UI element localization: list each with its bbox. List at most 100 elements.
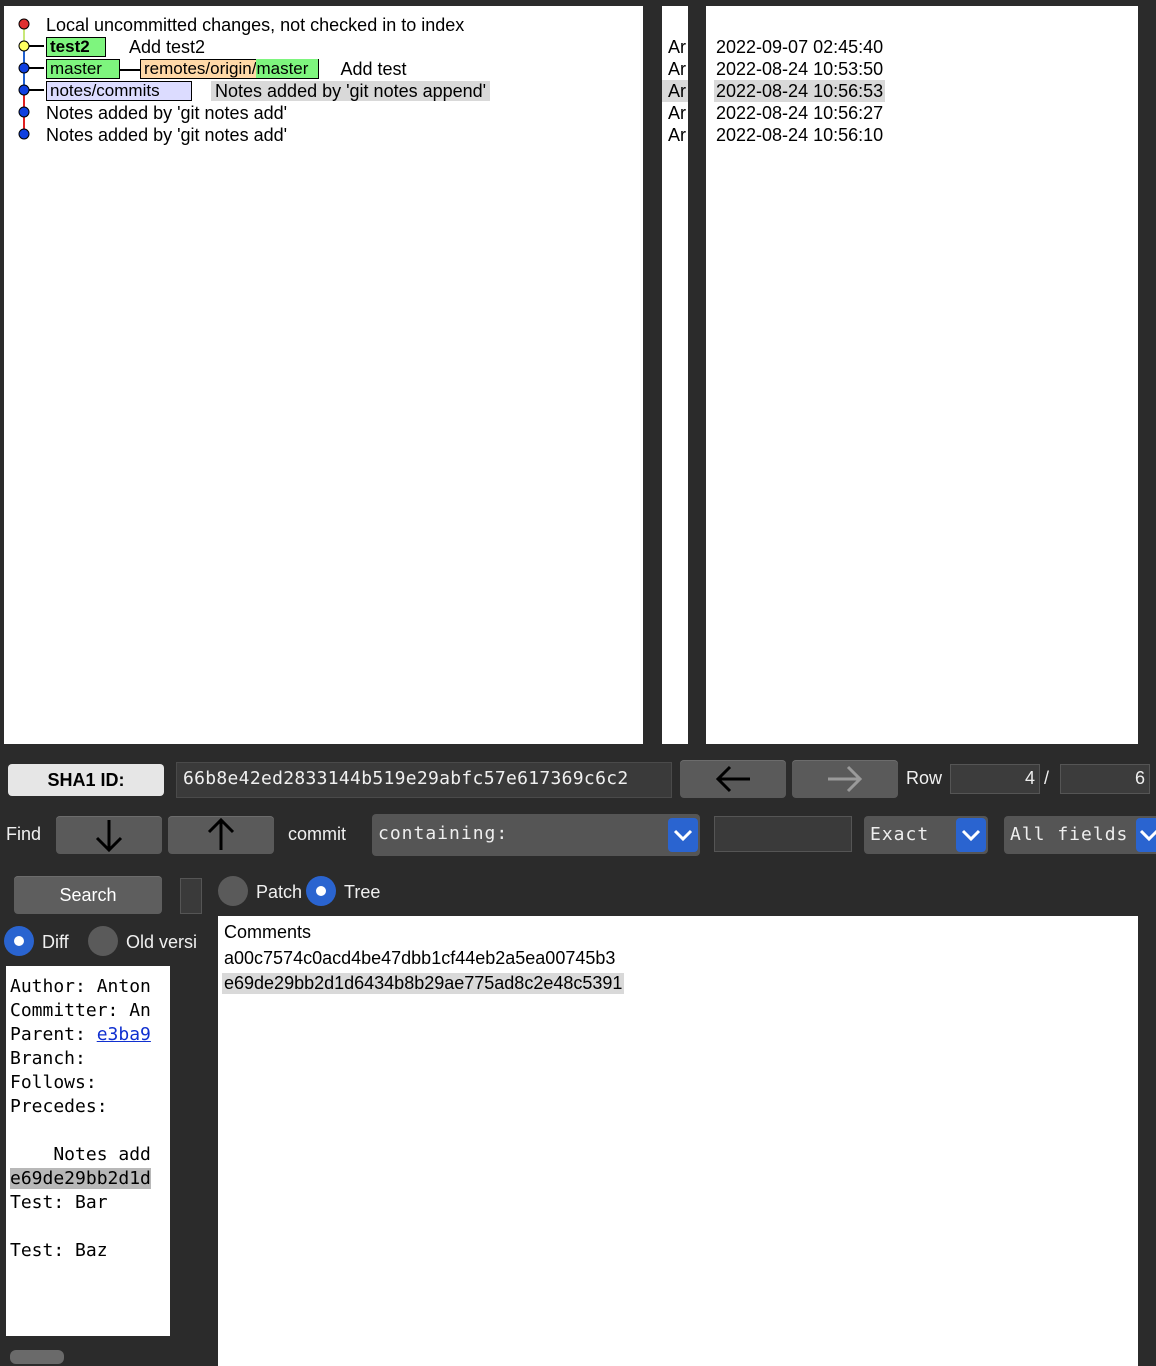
- search-fields-select[interactable]: All fields: [1004, 816, 1156, 854]
- row-total-field[interactable]: 6: [1060, 764, 1150, 794]
- forward-button[interactable]: [792, 760, 898, 798]
- author-cell: Ar: [668, 103, 686, 123]
- commit-row-notes-append[interactable]: notes/commits Notes added by 'git notes …: [46, 80, 491, 102]
- sha1-id-field[interactable]: 66b8e42ed2833144b519e29abfc57e617369c6c2: [176, 762, 672, 798]
- author-cell-selected: Ar: [662, 80, 688, 102]
- node-notes-append: [18, 84, 30, 96]
- notes-heading: Notes add: [10, 1144, 151, 1165]
- author-cell: Ar: [668, 59, 686, 79]
- commit-subject: Add test: [340, 59, 407, 79]
- node-notes-add-1: [18, 106, 30, 118]
- parent-link[interactable]: e3ba9: [97, 1024, 151, 1045]
- match-type-select[interactable]: Exact: [864, 816, 988, 854]
- node-add-test: [18, 62, 30, 74]
- arrow-up-icon: [207, 817, 235, 850]
- row-separator: /: [1044, 768, 1050, 788]
- branch-line: Branch:: [10, 1048, 86, 1069]
- tag-connector: [120, 69, 140, 72]
- date-cell: 2022-08-24 10:56:27: [716, 103, 884, 123]
- parent-label: Parent:: [10, 1024, 97, 1045]
- date-cell: 2022-08-24 10:53:50: [716, 59, 884, 79]
- find-mode-select[interactable]: containing:: [372, 814, 700, 856]
- search-button[interactable]: Search: [14, 876, 162, 914]
- diff-radio[interactable]: [4, 926, 34, 956]
- note-test-baz: Test: Baz: [10, 1240, 108, 1261]
- search-button-label: Search: [59, 885, 117, 905]
- node-local-changes: [18, 18, 30, 30]
- old-version-clip: Old versi: [126, 926, 206, 956]
- old-version-label: Old versi: [126, 932, 198, 952]
- arrow-left-icon: [715, 765, 750, 793]
- commit-graph-pane[interactable]: Local uncommitted changes, not checked i…: [4, 6, 643, 744]
- old-version-radio[interactable]: [88, 926, 118, 956]
- follows-line: Follows:: [10, 1072, 97, 1093]
- arrow-right-icon: [828, 765, 863, 793]
- tree-radio[interactable]: [306, 876, 336, 906]
- find-prev-button[interactable]: [168, 816, 274, 854]
- commit-subject: Notes added by 'git notes add': [46, 125, 288, 145]
- author-line: Author: Anton: [10, 976, 151, 997]
- patch-label: Patch: [256, 882, 303, 902]
- row-current-field[interactable]: 4: [950, 764, 1040, 794]
- date-cell: 2022-08-24 10:56:10: [716, 125, 884, 145]
- chevron-down-icon: [1136, 818, 1156, 852]
- parent-line: Parent: e3ba9: [10, 1024, 151, 1045]
- author-column-pane[interactable]: Ar Ar Ar Ar Ar: [662, 6, 688, 744]
- node-add-test2: [18, 40, 30, 52]
- tree-file-item-selected[interactable]: e69de29bb2d1d6434b8b29ae775ad8c2e48c5391: [222, 973, 625, 994]
- remote-prefix: remotes/: [144, 59, 211, 79]
- notes-sha-line: e69de29bb2d1d: [10, 1168, 151, 1189]
- context-spinner[interactable]: [180, 878, 202, 914]
- commit-graph: [18, 18, 44, 140]
- note-test-bar: Test: Bar: [10, 1192, 108, 1213]
- remote-tag-origin-master[interactable]: remotes/origin/master: [140, 59, 320, 80]
- find-mode-value: containing:: [378, 823, 509, 844]
- commit-subject: Notes added by 'git notes add': [46, 103, 288, 123]
- branch-tag-test2[interactable]: test2: [46, 37, 106, 58]
- find-next-button[interactable]: [56, 816, 162, 854]
- tree-file-item[interactable]: a00c7574c0acd4be47dbb1cf44eb2a5ea00745b3: [224, 948, 615, 969]
- commit-row-local-changes[interactable]: Local uncommitted changes, not checked i…: [46, 14, 464, 36]
- row-label: Row: [906, 768, 943, 788]
- find-label: Find: [6, 824, 42, 844]
- author-cell: Ar: [668, 125, 686, 145]
- commit-label: commit: [288, 824, 346, 844]
- match-type-value: Exact: [870, 824, 930, 845]
- tree-header: Comments: [224, 922, 312, 942]
- notes-tag-commits[interactable]: notes/commits: [46, 81, 192, 102]
- find-text-input[interactable]: [714, 816, 852, 852]
- committer-line: Committer: An: [10, 1000, 151, 1021]
- file-tree-pane[interactable]: Comments a00c7574c0acd4be47dbb1cf44eb2a5…: [218, 916, 1138, 1366]
- commit-subject: Local uncommitted changes, not checked i…: [46, 15, 465, 35]
- date-cell-selected: 2022-08-24 10:56:53: [714, 80, 886, 102]
- arrow-down-icon: [95, 820, 123, 853]
- commit-details-pane[interactable]: Author: Anton Committer: An Parent: e3ba…: [6, 966, 170, 1336]
- search-fields-value: All fields: [1010, 824, 1129, 845]
- branch-tag-master[interactable]: master: [46, 59, 120, 80]
- tree-label: Tree: [344, 882, 381, 902]
- back-button[interactable]: [680, 760, 786, 798]
- commit-row-add-test2[interactable]: test2 Add test2: [46, 36, 205, 58]
- date-column-pane[interactable]: 2022-09-07 02:45:40 2022-08-24 10:53:50 …: [706, 6, 1138, 744]
- commit-subject-selected: Notes added by 'git notes append': [211, 81, 491, 101]
- sha1-id-label: SHA1 ID:: [47, 770, 125, 790]
- remote-name: origin/: [210, 59, 257, 79]
- date-cell: 2022-09-07 02:45:40: [716, 37, 884, 57]
- remote-branch: master: [256, 59, 319, 79]
- row-total-value: 6: [1134, 768, 1145, 788]
- author-cell: Ar: [668, 37, 686, 57]
- precedes-line: Precedes:: [10, 1096, 108, 1117]
- node-notes-add-2: [18, 128, 30, 140]
- sha1-id-value: 66b8e42ed2833144b519e29abfc57e617369c6c2: [183, 768, 629, 789]
- chevron-down-icon: [956, 818, 986, 852]
- commit-row-notes-add-1[interactable]: Notes added by 'git notes add': [46, 102, 287, 124]
- chevron-down-icon: [668, 818, 698, 852]
- patch-radio[interactable]: [218, 876, 248, 906]
- sha1-id-button[interactable]: SHA1 ID:: [8, 764, 164, 796]
- commit-row-add-test[interactable]: master remotes/origin/master Add test: [46, 58, 406, 80]
- commit-row-notes-add-2[interactable]: Notes added by 'git notes add': [46, 124, 287, 146]
- diff-label: Diff: [42, 932, 69, 952]
- details-scrollbar-thumb[interactable]: [10, 1350, 64, 1364]
- row-current-value: 4: [1024, 768, 1035, 788]
- commit-subject: Add test2: [129, 37, 206, 57]
